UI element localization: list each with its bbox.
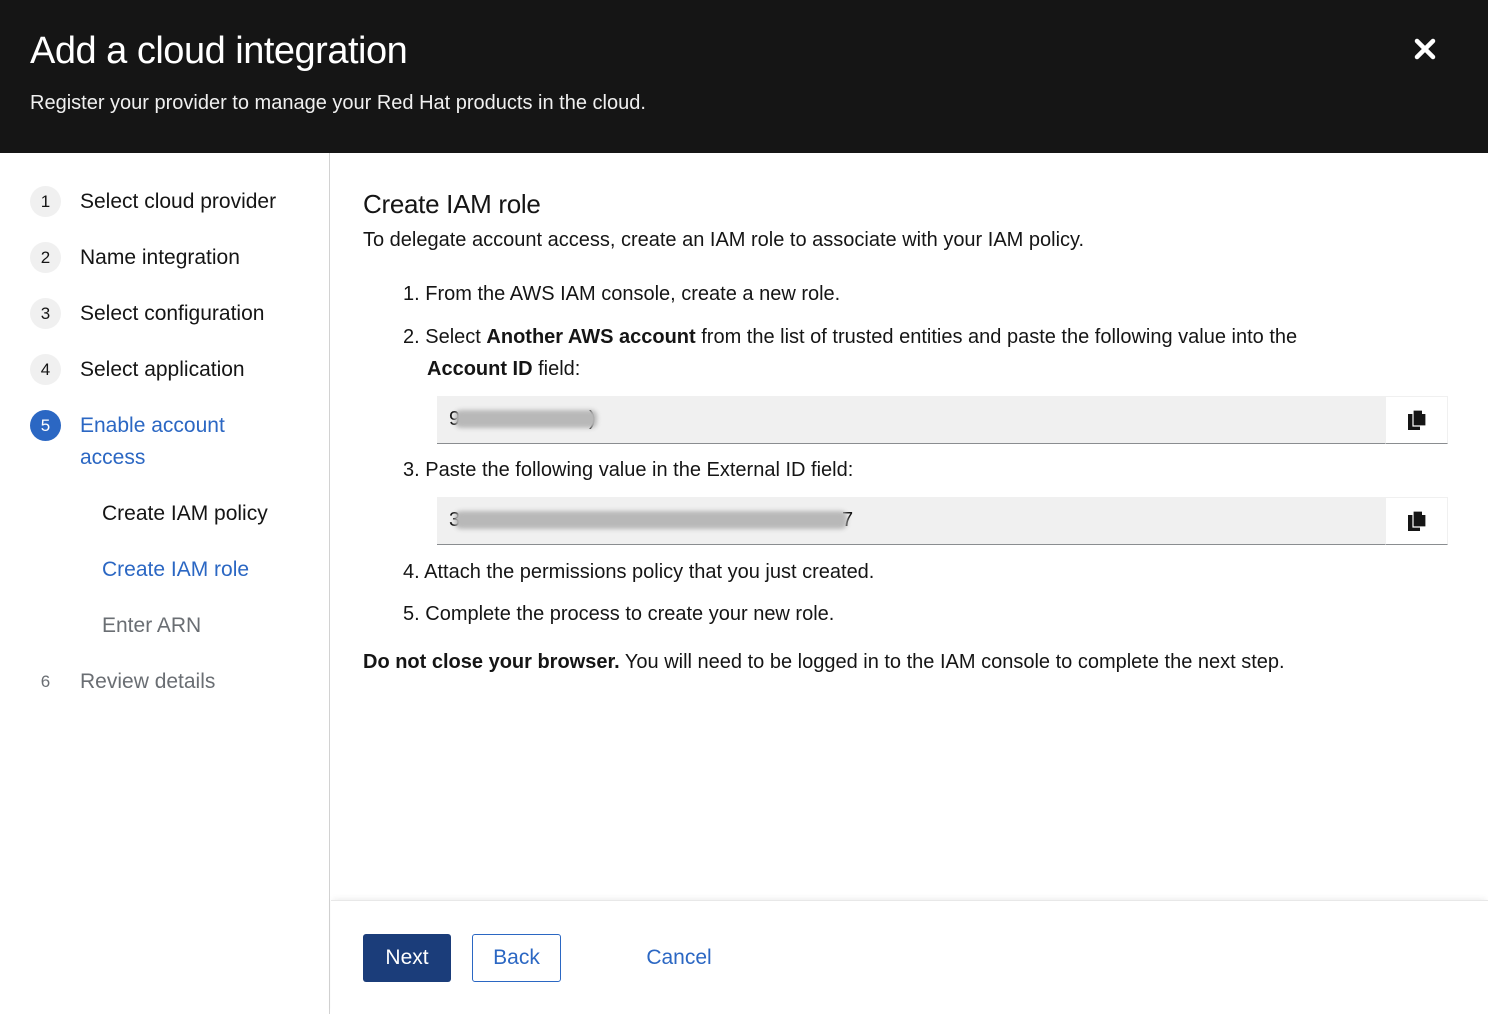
step-num: 5. xyxy=(403,603,420,625)
warning-text: You will need to be logged in to the IAM… xyxy=(619,651,1285,673)
step-num: 1. xyxy=(403,283,420,305)
cancel-button[interactable]: Cancel xyxy=(631,934,727,982)
step-emphasis: Account ID xyxy=(427,358,533,380)
instruction-step-3: 3. Paste the following value in the Exte… xyxy=(403,454,853,486)
modal-header: Add a cloud integration Register your pr… xyxy=(0,0,1488,153)
step-number: 2 xyxy=(30,242,61,273)
wizard-step-name-integration[interactable]: 2 Name integration xyxy=(30,242,240,274)
step-text: from the list of trusted entities and pa… xyxy=(695,326,1298,348)
close-button[interactable] xyxy=(1408,32,1442,66)
instruction-step-1: 1. From the AWS IAM console, create a ne… xyxy=(403,278,840,310)
step-label: Select application xyxy=(80,358,245,381)
step-text: Complete the process to create your new … xyxy=(425,603,835,625)
wizard-step-select-cloud-provider[interactable]: 1 Select cloud provider xyxy=(30,186,276,218)
step-text: Attach the permissions policy that you j… xyxy=(424,561,875,583)
wizard-step-review-details: 6 Review details xyxy=(30,666,216,698)
wizard-step-select-application[interactable]: 4 Select application xyxy=(30,354,245,386)
step-number: 1 xyxy=(30,186,61,217)
external-id-clipboard: 3 7 xyxy=(437,497,1448,545)
wizard-substep-enter-arn: Enter ARN xyxy=(102,614,202,637)
next-button[interactable]: Next xyxy=(363,934,451,982)
step-num: 3. xyxy=(403,459,420,481)
wizard-body: Create IAM role To delegate account acce… xyxy=(331,153,1488,900)
section-intro: To delegate account access, create an IA… xyxy=(363,229,1085,251)
step-text: From the AWS IAM console, create a new r… xyxy=(425,283,841,305)
step-num: 4. xyxy=(403,561,420,583)
close-icon xyxy=(1414,38,1436,60)
section-title: Create IAM role xyxy=(363,189,541,219)
step-text: Select xyxy=(425,326,487,348)
modal-subtitle: Register your provider to manage your Re… xyxy=(30,92,646,114)
step-num: 2. xyxy=(403,326,420,348)
modal-title: Add a cloud integration xyxy=(30,30,408,72)
step-label: Name integration xyxy=(80,246,240,269)
browser-warning: Do not close your browser. You will need… xyxy=(363,651,1285,674)
copy-external-id-button[interactable] xyxy=(1385,497,1448,545)
instruction-step-2: 2. Select Another AWS account from the l… xyxy=(403,321,1423,385)
copy-icon xyxy=(1407,409,1427,430)
step-label: Review details xyxy=(80,670,216,693)
warning-emphasis: Do not close your browser. xyxy=(363,651,620,673)
step-label: Enable account access xyxy=(80,414,225,469)
instruction-step-5: 5. Complete the process to create your n… xyxy=(403,598,834,630)
back-button[interactable]: Back xyxy=(472,934,561,982)
copy-icon xyxy=(1407,510,1427,531)
account-id-field[interactable]: 9 ) xyxy=(437,396,1385,444)
redaction-blur xyxy=(455,511,847,529)
instruction-step-4: 4. Attach the permissions policy that yo… xyxy=(403,556,874,588)
wizard-nav: 1 Select cloud provider 2 Name integrati… xyxy=(0,153,330,1014)
step-number: 5 xyxy=(30,410,61,441)
account-id-clipboard: 9 ) xyxy=(437,396,1448,444)
wizard-footer: Next Back Cancel xyxy=(331,900,1488,1014)
step-text: Paste the following value in the Externa… xyxy=(425,459,854,481)
step-number: 3 xyxy=(30,298,61,329)
step-text: field: xyxy=(532,358,581,380)
wizard-substep-create-iam-role[interactable]: Create IAM role xyxy=(102,554,249,586)
wizard-substep-create-iam-policy[interactable]: Create IAM policy xyxy=(102,498,268,530)
step-number: 4 xyxy=(30,354,61,385)
step-emphasis: Another AWS account xyxy=(486,326,696,348)
external-id-field[interactable]: 3 7 xyxy=(437,497,1385,545)
copy-account-id-button[interactable] xyxy=(1385,396,1448,444)
step-label: Select configuration xyxy=(80,302,265,325)
wizard-step-enable-account-access[interactable]: 5 Enable account access xyxy=(30,410,260,474)
redaction-blur xyxy=(455,410,597,428)
wizard-step-select-configuration[interactable]: 3 Select configuration xyxy=(30,298,264,330)
step-number: 6 xyxy=(40,671,51,691)
step-label: Select cloud provider xyxy=(80,190,277,213)
